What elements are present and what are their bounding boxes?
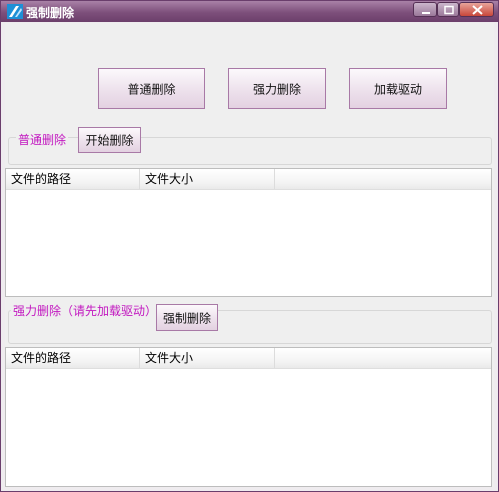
normal-delete-button-label: 普通删除: [127, 82, 176, 96]
normal-list-header: 文件的路径 文件大小: [6, 169, 491, 190]
close-icon: [472, 5, 483, 15]
app-logo-icon: [7, 4, 23, 19]
force-delete-button-label: 强力删除: [252, 82, 301, 96]
column-header-path[interactable]: 文件的路径: [6, 348, 140, 368]
force-list-header: 文件的路径 文件大小: [6, 348, 491, 369]
normal-file-list[interactable]: 文件的路径 文件大小: [5, 168, 492, 297]
maximize-button[interactable]: [437, 2, 459, 17]
normal-delete-button[interactable]: 普通删除: [98, 68, 205, 109]
minimize-icon: [422, 12, 430, 14]
normal-delete-group-title: 普通删除: [16, 131, 69, 148]
minimize-button[interactable]: [413, 2, 437, 17]
load-driver-button[interactable]: 加载驱动: [349, 68, 447, 109]
close-button[interactable]: [459, 2, 494, 17]
maximize-icon: [444, 5, 454, 15]
start-delete-button[interactable]: 开始删除: [78, 127, 141, 153]
column-header-size[interactable]: 文件大小: [140, 169, 275, 189]
title-bar[interactable]: 强制删除: [1, 1, 498, 22]
column-header-path[interactable]: 文件的路径: [6, 169, 140, 189]
column-header-size[interactable]: 文件大小: [140, 348, 275, 368]
start-delete-button-label: 开始删除: [85, 133, 134, 148]
force-remove-button-label: 强制删除: [162, 311, 211, 325]
force-delete-button[interactable]: 强力删除: [228, 68, 326, 109]
load-driver-button-label: 加载驱动: [373, 82, 422, 96]
app-window: 强制删除 普通删除 强力删除 加载驱动 普通删除 开始删除 文件的路径 文件大小…: [0, 0, 499, 492]
force-file-list[interactable]: 文件的路径 文件大小: [5, 347, 492, 487]
force-remove-button[interactable]: 强制删除: [156, 304, 218, 331]
window-title: 强制删除: [26, 6, 75, 20]
force-delete-group-title: 强力删除（请先加载驱动）: [11, 302, 160, 319]
client-area: 普通删除 强力删除 加载驱动 普通删除 开始删除 文件的路径 文件大小 强力删除…: [5, 23, 494, 487]
